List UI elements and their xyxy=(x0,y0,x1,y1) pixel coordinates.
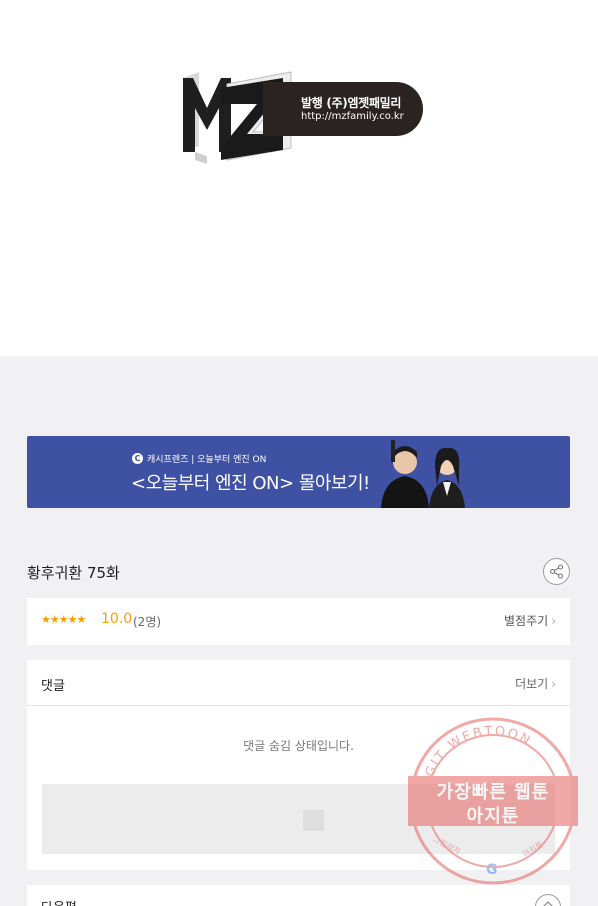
comment-placeholder-icon xyxy=(303,810,324,831)
next-episode-title: 다음편 xyxy=(41,897,77,906)
chevron-right-icon: › xyxy=(551,677,556,691)
rating-count: (2명) xyxy=(133,615,162,629)
publisher-logo: 발행 (주)엠젯패밀리 http://mzfamily.co.kr xyxy=(183,68,425,164)
rating-card: ★★★★★ 10.0 (2명) 별점주기 › xyxy=(27,598,570,645)
rate-button-label: 별점주기 xyxy=(504,614,549,628)
home-icon xyxy=(543,901,553,906)
publisher-url: http://mzfamily.co.kr xyxy=(301,111,404,122)
google-icon: G xyxy=(486,862,498,878)
promo-banner[interactable]: C 캐시프렌즈 | 오늘부터 엔진 ON <오늘부터 엔진 ON> 몰아보기! xyxy=(27,436,570,508)
watermark-line1: 가장빠른 웹툰 xyxy=(436,782,550,803)
comments-more-label: 더보기 xyxy=(515,677,549,691)
next-episode-button[interactable] xyxy=(535,894,561,906)
banner-headline: <오늘부터 엔진 ON> 몰아보기! xyxy=(131,473,370,494)
banner-characters-illustration xyxy=(381,440,465,508)
share-button[interactable] xyxy=(543,558,570,585)
comments-title: 댓글 xyxy=(41,679,65,694)
next-episode-card[interactable]: 다음편 xyxy=(27,885,570,906)
rating-score: 10.0 xyxy=(101,611,133,627)
divider xyxy=(27,705,570,706)
episode-title: 황후귀환 75화 xyxy=(27,564,120,582)
agit-watermark: AGIT WEBTOON 가장빠른 웹툰 아지툰 그림감지 아지툰 G xyxy=(408,716,578,886)
publisher-area: 발행 (주)엠젯패밀리 http://mzfamily.co.kr xyxy=(0,0,598,356)
banner-caption: C 캐시프렌즈 | 오늘부터 엔진 ON xyxy=(132,452,266,465)
rating-stars: ★★★★★ xyxy=(41,613,86,626)
share-icon xyxy=(549,564,564,579)
publisher-name: 발행 (주)엠젯패밀리 xyxy=(301,96,402,110)
comments-more-link[interactable]: 더보기 › xyxy=(515,675,556,692)
chevron-right-icon: › xyxy=(551,614,556,628)
rate-button[interactable]: 별점주기 › xyxy=(504,612,556,629)
watermark-line2: 아지툰 xyxy=(466,806,520,827)
banner-small-text: 캐시프렌즈 | 오늘부터 엔진 ON xyxy=(147,455,267,465)
cashfriends-icon: C xyxy=(132,453,143,464)
